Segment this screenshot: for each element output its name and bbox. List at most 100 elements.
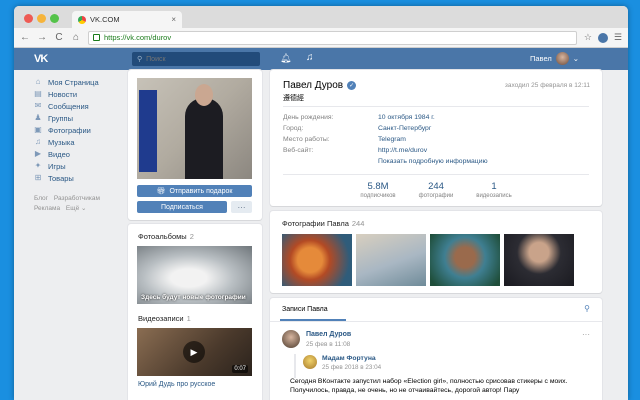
reload-icon[interactable]: C <box>54 32 64 43</box>
browser-window: VK.COM × ← → C ⌂ https://vk.com/durov ☆ … <box>14 6 628 400</box>
post-menu-icon[interactable]: ··· <box>582 330 590 339</box>
groups-icon: ♟ <box>34 113 42 122</box>
albums-header[interactable]: Фотоальбомы 2 <box>138 232 194 241</box>
video-caption[interactable]: Юрий Дудь про русское <box>138 381 215 388</box>
follow-button[interactable]: Подписаться <box>137 201 227 213</box>
browser-tab[interactable]: VK.COM × <box>72 11 182 28</box>
repost-author[interactable]: Мадам Фортуна <box>322 355 376 362</box>
photos-header[interactable]: Фотографии Павла 244 <box>282 219 364 228</box>
send-gift-label: Отправить подарок <box>169 187 233 195</box>
post-author-avatar[interactable] <box>282 330 300 348</box>
menu-item-video[interactable]: ▶ Видео <box>34 148 134 160</box>
close-window-button[interactable] <box>24 14 33 23</box>
last-seen: заходил 25 февраля в 12:11 <box>504 82 590 89</box>
chrome-favicon-icon <box>78 15 86 24</box>
album-caption: Здесь будут новые фотографии <box>141 294 246 301</box>
info-row-website: Веб-сайт: http://t.me/durov <box>283 147 427 154</box>
post-author[interactable]: Павел Дуров <box>306 331 351 338</box>
lock-icon <box>93 34 100 41</box>
counter-followers[interactable]: 5.8M подписчиков <box>349 181 407 199</box>
tab-strip: VK.COM × <box>14 6 628 28</box>
send-gift-button[interactable]: 🎁︎ Отправить подарок <box>137 185 252 197</box>
menu-item-games[interactable]: ✦ Игры <box>34 160 134 172</box>
menu-item-goods[interactable]: ⊞ Товары <box>34 172 134 184</box>
address-bar[interactable]: https://vk.com/durov <box>88 30 577 45</box>
info-label: Место работы: <box>283 136 330 143</box>
info-value[interactable]: Telegram <box>378 136 406 143</box>
tab-wall-posts[interactable]: Записи Павла <box>282 306 328 313</box>
divider <box>283 106 589 107</box>
photo-thumbnail[interactable] <box>282 234 352 286</box>
vk-logo[interactable]: VK <box>34 53 48 65</box>
minimize-window-button[interactable] <box>37 14 46 23</box>
notifications-bell-icon[interactable]: 🔔︎ <box>280 53 291 64</box>
messages-icon: ✉ <box>34 101 42 110</box>
menu-item-photos[interactable]: ▣ Фотографии <box>34 124 134 136</box>
home-icon[interactable]: ⌂ <box>71 32 81 43</box>
menu-item-label: Новости <box>48 89 78 99</box>
maximize-window-button[interactable] <box>50 14 59 23</box>
counter-caption: фотографии <box>418 193 454 199</box>
footer-link-developers[interactable]: Разработчикам <box>54 195 100 202</box>
info-value[interactable]: 10 октября 1984 г. <box>378 114 435 121</box>
photos-card: Фотографии Павла 244 <box>270 211 602 293</box>
search-box[interactable]: ⚲ <box>132 52 260 66</box>
profile-card: Павел Дуров ✓ 遵德經 заходил 25 февраля в 1… <box>270 70 602 206</box>
counter-number: 5.8M <box>367 181 389 192</box>
play-icon[interactable]: ▶ <box>183 341 205 363</box>
menu-footer: Блог Разработчикам Реклама Ещё ⌄ <box>34 194 134 214</box>
post-date[interactable]: 25 фев в 11:08 <box>306 341 350 348</box>
divider <box>283 174 589 175</box>
menu-item-my-page[interactable]: ⌂ Моя Страница <box>34 76 134 88</box>
menu-item-label: Сообщения <box>48 101 89 111</box>
profile-name: Павел Дуров <box>283 80 344 91</box>
music-note-icon[interactable]: ♫ <box>306 52 314 63</box>
counter-photos[interactable]: 244 фотографии <box>407 181 465 199</box>
counter-caption: подписчиков <box>360 193 396 199</box>
search-icon: ⚲ <box>137 56 143 63</box>
menu-item-label: Видео <box>48 149 70 159</box>
forward-icon[interactable]: → <box>37 32 47 43</box>
footer-link-ads[interactable]: Реклама <box>34 205 60 212</box>
footer-link-blog[interactable]: Блог <box>34 195 48 202</box>
home-icon: ⌂ <box>35 77 41 86</box>
show-details-link[interactable]: Показать подробную информацию <box>378 158 488 165</box>
extension-icon[interactable] <box>597 32 608 43</box>
browser-menu-icon[interactable]: ☰ <box>614 32 622 43</box>
repost-date[interactable]: 25 фев 2018 в 23:04 <box>322 364 381 371</box>
info-row-work: Место работы: Telegram <box>283 136 406 143</box>
search-input[interactable] <box>146 55 247 63</box>
profile-photo[interactable] <box>137 78 252 179</box>
menu-item-music[interactable]: ♫ Музыка <box>34 136 134 148</box>
more-actions-button[interactable]: ··· <box>231 201 252 213</box>
photo-thumbnail[interactable] <box>356 234 426 286</box>
tab-close-icon[interactable]: × <box>171 15 176 24</box>
wall-search-icon[interactable]: ⚲ <box>584 304 590 313</box>
back-icon[interactable]: ← <box>20 32 30 43</box>
user-menu[interactable]: Павел ⌄ <box>530 52 579 65</box>
photos-count: 244 <box>351 219 365 228</box>
window-controls <box>24 14 59 23</box>
avatar-card: 🎁︎ Отправить подарок Подписаться ··· <box>128 70 262 220</box>
info-value[interactable]: Санкт-Петербург <box>378 125 431 132</box>
vk-header: VK ⚲ 🔔︎ ♫ Павел ⌄ <box>14 48 628 70</box>
info-value[interactable]: http://t.me/durov <box>378 147 427 154</box>
album-cover[interactable]: Здесь будут новые фотографии <box>137 246 252 304</box>
videos-header[interactable]: Видеозаписи 1 <box>138 314 191 323</box>
repost-author-avatar[interactable] <box>303 355 317 369</box>
menu-item-groups[interactable]: ♟ Группы <box>34 112 134 124</box>
footer-link-more[interactable]: Ещё ⌄ <box>66 205 87 212</box>
counter-videos[interactable]: 1 видеозапись <box>465 181 523 199</box>
browser-toolbar: ← → C ⌂ https://vk.com/durov ☆ ☰ <box>14 28 628 48</box>
bookmark-star-icon[interactable]: ☆ <box>584 32 592 43</box>
photo-thumbnail[interactable] <box>430 234 500 286</box>
goods-icon: ⊞ <box>34 173 42 182</box>
video-thumbnail[interactable]: ▶ 0:07 <box>137 328 252 376</box>
info-label: Город: <box>283 125 304 132</box>
photos-title: Фотографии Павла <box>282 219 349 228</box>
divider <box>270 321 602 322</box>
menu-item-label: Моя Страница <box>48 77 99 87</box>
menu-item-messages[interactable]: ✉ Сообщения <box>34 100 134 112</box>
photo-thumbnail[interactable] <box>504 234 574 286</box>
menu-item-news[interactable]: ▤ Новости <box>34 88 134 100</box>
